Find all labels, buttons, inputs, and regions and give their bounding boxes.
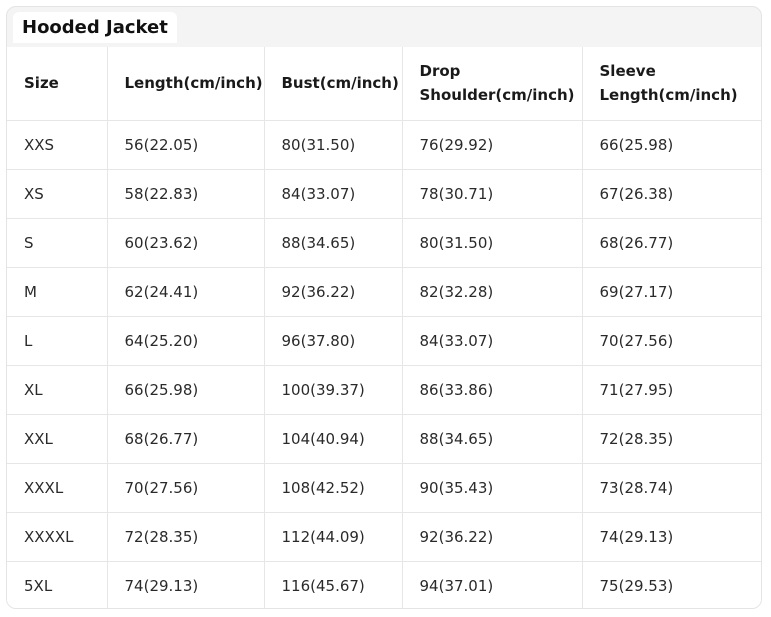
table-cell-drop-shoulder: 76(29.92) [401,119,583,170]
table-cell-drop-shoulder: 90(35.43) [401,462,583,513]
table-cell-size: XXXXL [7,511,108,562]
table-cell-sleeve-length: 75(29.53) [581,560,761,608]
column-header-line: Length(cm/inch) [599,86,738,105]
table-cell-length: 64(25.20) [106,315,265,366]
table-body: XXS 56(22.05) 80(31.50) 76(29.92) 66(25.98) X… [7,119,761,608]
table-cell-sleeve-length: 71(27.95) [581,364,761,415]
table-cell-size: L [7,315,108,366]
table-cell-drop-shoulder: 92(36.22) [401,511,583,562]
table-cell-drop-shoulder: 78(30.71) [401,168,583,219]
table-cell-drop-shoulder: 88(34.65) [401,413,583,464]
table-row: XXS 56(22.05) 80(31.50) 76(29.92) 66(25.98) [7,119,761,170]
table-cell-size: XL [7,364,108,415]
table-cell-drop-shoulder: 84(33.07) [401,315,583,366]
table-cell-size: XXS [7,119,108,170]
table-cell-bust: 80(31.50) [263,119,403,170]
table-cell-sleeve-length: 70(27.56) [581,315,761,366]
table-cell-size: XS [7,168,108,219]
column-header-line: Sleeve [599,62,656,81]
table-cell-bust: 112(44.09) [263,511,403,562]
table-cell-length: 74(29.13) [106,560,265,608]
table-cell-bust: 116(45.67) [263,560,403,608]
table-cell-sleeve-length: 72(28.35) [581,413,761,464]
table-cell-size: XXXL [7,462,108,513]
table-cell-length: 70(27.56) [106,462,265,513]
table-cell-size: S [7,217,108,268]
table-cell-bust: 100(39.37) [263,364,403,415]
column-header-line: Length(cm/inch) [124,74,263,93]
table-cell-sleeve-length: 73(28.74) [581,462,761,513]
table-cell-drop-shoulder: 86(33.86) [401,364,583,415]
table-cell-sleeve-length: 66(25.98) [581,119,761,170]
table-header-row: Size Length(cm/inch) Bust(cm/inch) Drop Shou… [7,47,761,121]
column-header-bust: Bust(cm/inch) [263,47,403,121]
title-bar: Hooded Jacket [7,7,761,47]
size-table: Size Length(cm/inch) Bust(cm/inch) Drop Shou… [7,47,761,608]
table-cell-bust: 92(36.22) [263,266,403,317]
table-cell-bust: 88(34.65) [263,217,403,268]
column-header-line: Size [24,74,59,93]
column-header-drop-shoulder: Drop Shoulder(cm/inch) [401,47,583,121]
table-cell-bust: 108(42.52) [263,462,403,513]
size-chart-card: Hooded Jacket Size Length(cm/inch) Bust(cm… [6,6,762,609]
table-cell-bust: 84(33.07) [263,168,403,219]
table-row: XXXL 70(27.56) 108(42.52) 90(35.43) 73(28.74… [7,462,761,513]
table-cell-drop-shoulder: 82(32.28) [401,266,583,317]
table-cell-size: M [7,266,108,317]
table-cell-sleeve-length: 69(27.17) [581,266,761,317]
column-header-sleeve-length: Sleeve Length(cm/inch) [581,47,761,121]
table-row: XS 58(22.83) 84(33.07) 78(30.71) 67(26.38) [7,168,761,219]
table-row: XXXXL 72(28.35) 112(44.09) 92(36.22) 74(29.1… [7,511,761,562]
table-cell-size: 5XL [7,560,108,608]
table-row: M 62(24.41) 92(36.22) 82(32.28) 69(27.17) [7,266,761,317]
column-header-line: Drop [419,62,461,81]
table-cell-sleeve-length: 74(29.13) [581,511,761,562]
table-cell-length: 58(22.83) [106,168,265,219]
table-cell-bust: 104(40.94) [263,413,403,464]
table-row: XL 66(25.98) 100(39.37) 86(33.86) 71(27.95) [7,364,761,415]
column-header-length: Length(cm/inch) [106,47,265,121]
table-cell-drop-shoulder: 94(37.01) [401,560,583,608]
table-row: XXL 68(26.77) 104(40.94) 88(34.65) 72(28.35) [7,413,761,464]
size-chart-title: Hooded Jacket [13,12,177,43]
column-header-line: Shoulder(cm/inch) [419,86,575,105]
table-cell-length: 60(23.62) [106,217,265,268]
size-table-container: Size Length(cm/inch) Bust(cm/inch) Drop Shou… [7,47,761,608]
column-header-size: Size [7,47,108,121]
table-cell-drop-shoulder: 80(31.50) [401,217,583,268]
table-cell-length: 56(22.05) [106,119,265,170]
table-cell-size: XXL [7,413,108,464]
table-cell-length: 62(24.41) [106,266,265,317]
table-row: S 60(23.62) 88(34.65) 80(31.50) 68(26.77) [7,217,761,268]
table-cell-sleeve-length: 68(26.77) [581,217,761,268]
table-cell-sleeve-length: 67(26.38) [581,168,761,219]
table-cell-length: 72(28.35) [106,511,265,562]
table-cell-bust: 96(37.80) [263,315,403,366]
table-row: 5XL 74(29.13) 116(45.67) 94(37.01) 75(29.53) [7,560,761,608]
column-header-line: Bust(cm/inch) [281,74,399,93]
table-cell-length: 68(26.77) [106,413,265,464]
table-row: L 64(25.20) 96(37.80) 84(33.07) 70(27.56) [7,315,761,366]
table-cell-length: 66(25.98) [106,364,265,415]
